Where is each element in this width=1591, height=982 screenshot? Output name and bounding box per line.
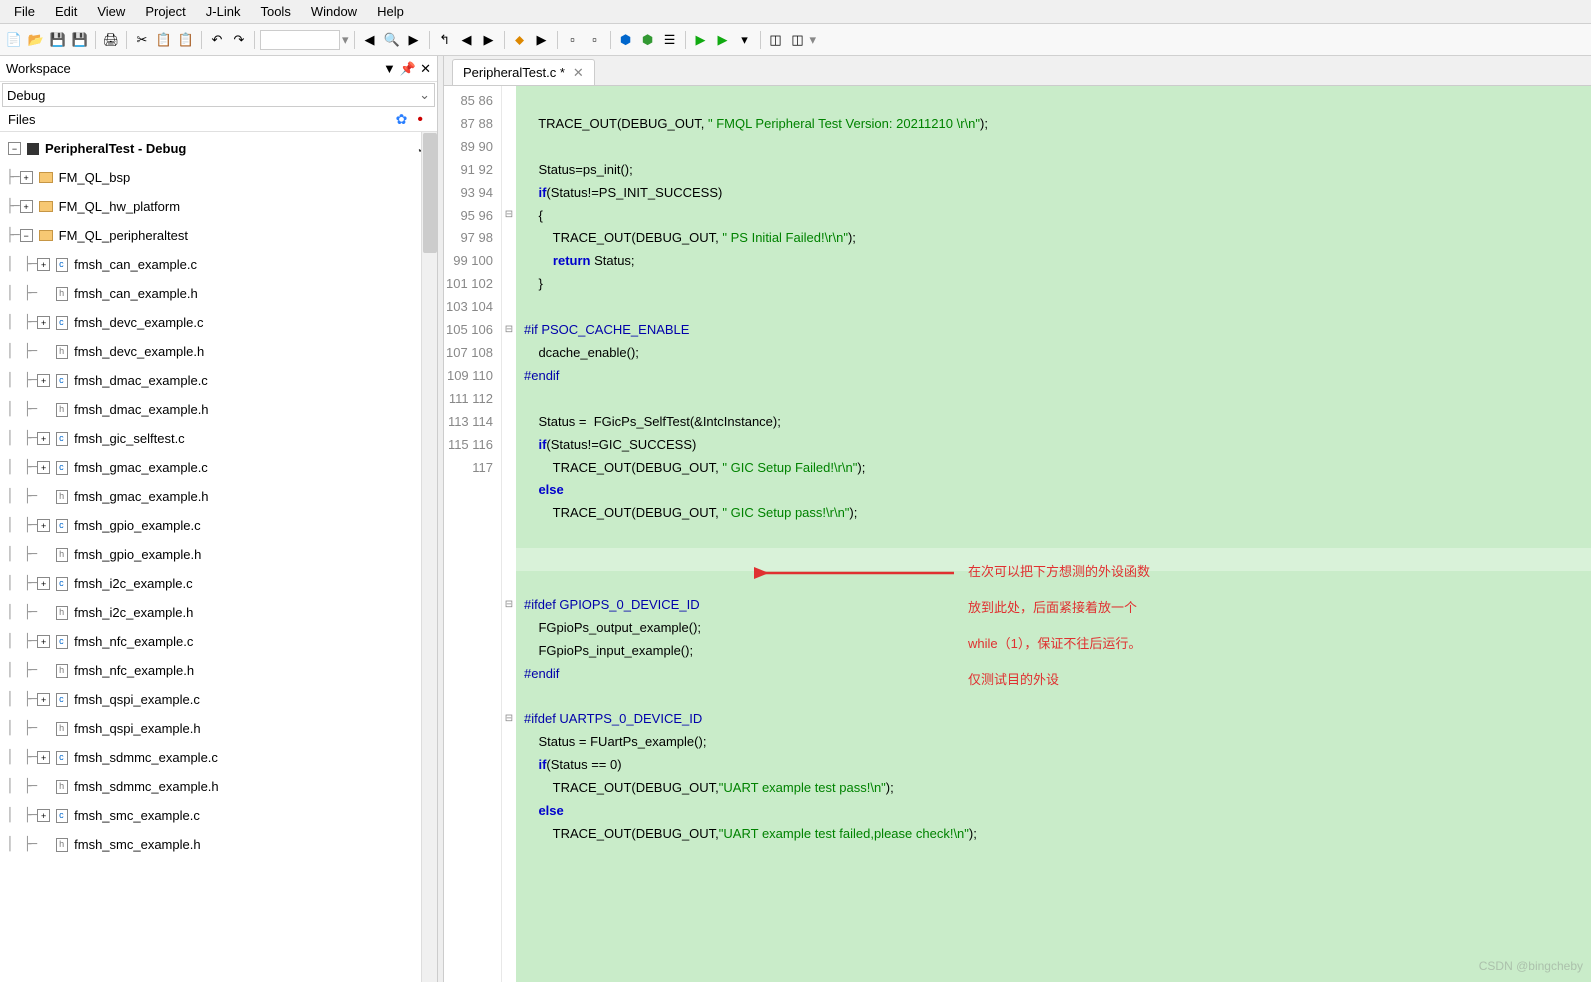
- tree-row[interactable]: −PeripheralTest - Debug✓: [0, 134, 437, 163]
- tree-row[interactable]: │ ├─+fmsh_gpio_example.c•: [0, 511, 437, 540]
- save-icon[interactable]: 💾: [48, 30, 68, 50]
- workspace-title: Workspace: [6, 61, 383, 76]
- print-icon[interactable]: 🖨: [101, 30, 121, 50]
- tree-row[interactable]: │ ├─fmsh_gmac_example.h: [0, 482, 437, 511]
- menu-view[interactable]: View: [87, 2, 135, 21]
- tree-scrollbar[interactable]: [421, 132, 437, 982]
- tree-row[interactable]: ├─−FM_QL_peripheraltest•: [0, 221, 437, 250]
- nav-fwd-icon[interactable]: ▶: [404, 30, 424, 50]
- line-numbers: 85 86 87 88 89 90 91 92 93 94 95 96 97 9…: [444, 86, 502, 982]
- batch-icon[interactable]: ☰: [660, 30, 680, 50]
- files-label: Files: [8, 112, 396, 127]
- tree-row[interactable]: │ ├─+fmsh_gmac_example.c•: [0, 453, 437, 482]
- gear-icon[interactable]: ✿: [396, 111, 408, 128]
- file-tree[interactable]: −PeripheralTest - Debug✓├─+FM_QL_bsp•├─+…: [0, 132, 437, 982]
- tree-row[interactable]: │ ├─+fmsh_devc_example.c•: [0, 308, 437, 337]
- tree-row[interactable]: │ ├─fmsh_sdmmc_example.h: [0, 772, 437, 801]
- compile-icon[interactable]: ⬢: [616, 30, 636, 50]
- status-dot-icon: •: [417, 111, 423, 129]
- paste-icon[interactable]: 📋: [176, 30, 196, 50]
- window1-icon[interactable]: ◫: [766, 30, 786, 50]
- editor-tabs: PeripheralTest.c * ✕: [444, 56, 1591, 86]
- tab-peripheraltest[interactable]: PeripheralTest.c * ✕: [452, 59, 595, 85]
- fold-column[interactable]: ⊟⊟⊟⊟: [502, 86, 516, 982]
- nav-back-icon[interactable]: ◀: [360, 30, 380, 50]
- file1-icon[interactable]: ▫: [563, 30, 583, 50]
- tree-row[interactable]: │ ├─fmsh_i2c_example.h: [0, 598, 437, 627]
- run-icon[interactable]: ▶: [691, 30, 711, 50]
- debug-icon[interactable]: ▶: [713, 30, 733, 50]
- build-icon[interactable]: ⬢: [638, 30, 658, 50]
- tree-row[interactable]: │ ├─+fmsh_nfc_example.c•: [0, 627, 437, 656]
- tree-row[interactable]: │ ├─fmsh_gpio_example.h: [0, 540, 437, 569]
- code-area[interactable]: TRACE_OUT(DEBUG_OUT, " FMQL Peripheral T…: [516, 86, 1591, 982]
- tree-row[interactable]: │ ├─fmsh_qspi_example.h: [0, 714, 437, 743]
- menu-bar: FileEditViewProjectJ-LinkToolsWindowHelp: [0, 0, 1591, 24]
- new-icon[interactable]: 📄: [4, 30, 24, 50]
- tree-row[interactable]: │ ├─fmsh_smc_example.h: [0, 830, 437, 859]
- tree-row[interactable]: │ ├─+fmsh_sdmmc_example.c•: [0, 743, 437, 772]
- tree-row[interactable]: │ ├─+fmsh_gic_selftest.c•: [0, 424, 437, 453]
- undo-icon[interactable]: ↶: [207, 30, 227, 50]
- tree-row[interactable]: ├─+FM_QL_bsp•: [0, 163, 437, 192]
- tree-row[interactable]: │ ├─+fmsh_can_example.c•: [0, 250, 437, 279]
- tab-close-icon[interactable]: ✕: [573, 65, 584, 81]
- menu-window[interactable]: Window: [301, 2, 367, 21]
- close-panel-icon[interactable]: ✕: [420, 61, 431, 77]
- bookmark-prev-icon[interactable]: ◀: [457, 30, 477, 50]
- save-all-icon[interactable]: 💾: [70, 30, 90, 50]
- menu-project[interactable]: Project: [135, 2, 195, 21]
- config-value: Debug: [7, 88, 45, 103]
- watermark: CSDN @bingcheby: [1479, 955, 1583, 978]
- menu-edit[interactable]: Edit: [45, 2, 87, 21]
- file2-icon[interactable]: ▫: [585, 30, 605, 50]
- tree-row[interactable]: ├─+FM_QL_hw_platform•: [0, 192, 437, 221]
- menu-help[interactable]: Help: [367, 2, 414, 21]
- stop-icon[interactable]: ▾: [735, 30, 755, 50]
- breakpoint-icon[interactable]: ⬥: [510, 30, 530, 50]
- tree-row[interactable]: │ ├─+fmsh_smc_example.c•: [0, 801, 437, 830]
- menu-file[interactable]: File: [4, 2, 45, 21]
- search-combo[interactable]: [260, 30, 340, 50]
- tree-row[interactable]: │ ├─fmsh_can_example.h: [0, 279, 437, 308]
- menu-tools[interactable]: Tools: [250, 2, 300, 21]
- cut-icon[interactable]: ✂: [132, 30, 152, 50]
- window2-icon[interactable]: ◫: [788, 30, 808, 50]
- toggle-bp-icon[interactable]: ▶: [532, 30, 552, 50]
- bookmark-next-icon[interactable]: ▶: [479, 30, 499, 50]
- redo-icon[interactable]: ↷: [229, 30, 249, 50]
- find-icon[interactable]: 🔍: [382, 30, 402, 50]
- config-combo[interactable]: Debug ⌄: [2, 83, 435, 107]
- tab-title: PeripheralTest.c *: [463, 65, 565, 80]
- pin-icon[interactable]: 📌: [400, 61, 416, 77]
- tree-row[interactable]: │ ├─fmsh_nfc_example.h: [0, 656, 437, 685]
- code-editor[interactable]: 85 86 87 88 89 90 91 92 93 94 95 96 97 9…: [444, 86, 1591, 982]
- open-icon[interactable]: 📂: [26, 30, 46, 50]
- copy-icon[interactable]: 📋: [154, 30, 174, 50]
- tree-row[interactable]: │ ├─+fmsh_dmac_example.c•: [0, 366, 437, 395]
- step-out-icon[interactable]: ↰: [435, 30, 455, 50]
- dropdown-icon[interactable]: ▼: [383, 61, 396, 77]
- toolbar: 📄 📂 💾 💾 🖨 ✂ 📋 📋 ↶ ↷ ▾ ◀ 🔍 ▶ ↰ ◀ ▶ ⬥ ▶ ▫ …: [0, 24, 1591, 56]
- tree-row[interactable]: │ ├─+fmsh_qspi_example.c•: [0, 685, 437, 714]
- tree-row[interactable]: │ ├─+fmsh_i2c_example.c•: [0, 569, 437, 598]
- tree-row[interactable]: │ ├─fmsh_dmac_example.h: [0, 395, 437, 424]
- workspace-panel: Workspace ▼ 📌 ✕ Debug ⌄ Files ✿ • −Perip…: [0, 56, 438, 982]
- menu-j-link[interactable]: J-Link: [196, 2, 251, 21]
- editor-panel: PeripheralTest.c * ✕ 85 86 87 88 89 90 9…: [444, 56, 1591, 982]
- tree-row[interactable]: │ ├─fmsh_devc_example.h: [0, 337, 437, 366]
